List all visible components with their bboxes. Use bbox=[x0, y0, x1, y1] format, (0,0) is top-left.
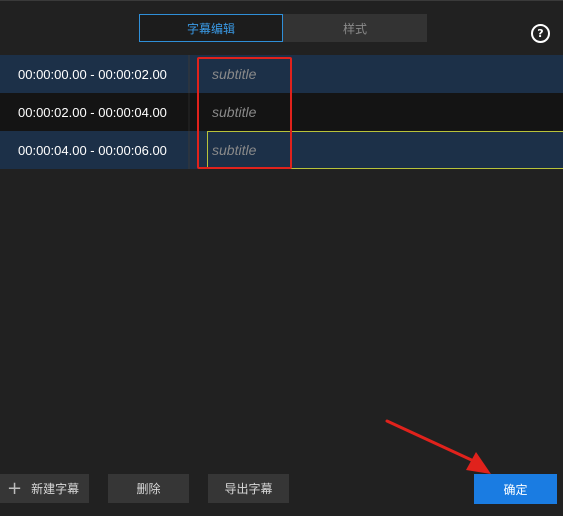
subtitle-text-field[interactable]: subtitle bbox=[190, 93, 563, 131]
subtitle-time-range: 00:00:04.00 - 00:00:06.00 bbox=[18, 142, 167, 158]
subtitle-row-selected[interactable]: 00:00:04.00 - 00:00:06.00 subtitle bbox=[0, 131, 563, 169]
export-subtitle-button[interactable]: 导出字幕 bbox=[208, 474, 289, 503]
delete-button[interactable]: 删除 bbox=[108, 474, 189, 503]
subtitle-time-range: 00:00:00.00 - 00:00:02.00 bbox=[18, 66, 167, 82]
subtitle-editor-panel: 字幕编辑 样式 ? 00:00:00.00 - 00:00:02.00 subt… bbox=[0, 0, 563, 516]
subtitle-text-field[interactable]: subtitle bbox=[190, 55, 563, 93]
help-icon[interactable]: ? bbox=[531, 24, 550, 43]
new-subtitle-button[interactable]: + 新建字幕 bbox=[0, 474, 89, 503]
tab-bar: 字幕编辑 样式 bbox=[139, 14, 427, 42]
subtitle-text-input[interactable]: subtitle bbox=[207, 131, 563, 169]
subtitle-time-range: 00:00:02.00 - 00:00:04.00 bbox=[18, 104, 167, 120]
subtitle-row[interactable]: 00:00:02.00 - 00:00:04.00 subtitle bbox=[0, 93, 563, 131]
row-divider bbox=[188, 131, 190, 169]
tab-style[interactable]: 样式 bbox=[283, 14, 427, 42]
subtitle-row[interactable]: 00:00:00.00 - 00:00:02.00 subtitle bbox=[0, 55, 563, 93]
new-subtitle-label: 新建字幕 bbox=[31, 482, 80, 496]
tab-subtitle-edit[interactable]: 字幕编辑 bbox=[139, 14, 283, 42]
confirm-button[interactable]: 确定 bbox=[474, 474, 557, 504]
top-divider bbox=[0, 0, 563, 1]
plus-icon: + bbox=[7, 477, 23, 499]
